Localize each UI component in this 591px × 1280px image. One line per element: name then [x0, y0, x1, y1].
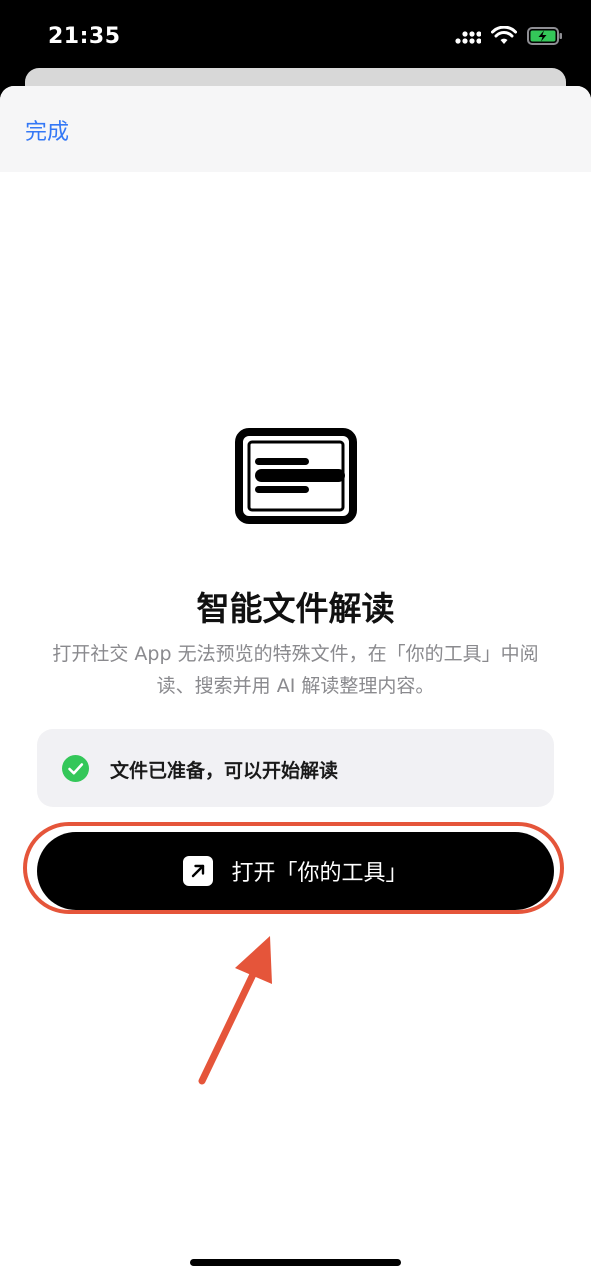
document-preview-icon [235, 428, 357, 528]
status-card-text: 文件已准备，可以开始解读 [110, 760, 339, 782]
home-indicator [190, 1259, 401, 1266]
annotation-arrow-icon [180, 926, 290, 1090]
page-description: 打开社交 App 无法预览的特殊文件，在「你的工具」中阅读、搜索并用 AI 解读… [52, 643, 539, 697]
arrow-up-right-icon [183, 856, 214, 886]
done-button[interactable]: 完成 [25, 114, 69, 146]
wifi-icon [491, 25, 517, 50]
modal-sheet: 完成 智能文件解读 打开社交 App 无法预览的特殊文件，在「你的工具」中阅读、… [0, 86, 591, 1280]
page-title: 智能文件解读 [196, 589, 395, 628]
screen: 21:35 完成 智能文件解读 打开社交 App 无法预览的特殊文件，在「你的工… [0, 0, 591, 1280]
battery-charging-icon [527, 26, 563, 50]
open-your-tools-button[interactable]: 打开「你的工具」 [37, 832, 554, 910]
open-button-content: 打开「你的工具」 [37, 832, 554, 910]
status-icons [455, 25, 563, 50]
cellular-signal-icon [455, 27, 482, 49]
status-bar: 21:35 [0, 0, 591, 70]
check-circle-icon [62, 755, 89, 782]
sheet-header: 完成 [0, 86, 591, 172]
open-button-label: 打开「你的工具」 [231, 861, 408, 886]
status-time: 21:35 [48, 24, 121, 49]
status-card: 文件已准备，可以开始解读 [37, 729, 554, 807]
